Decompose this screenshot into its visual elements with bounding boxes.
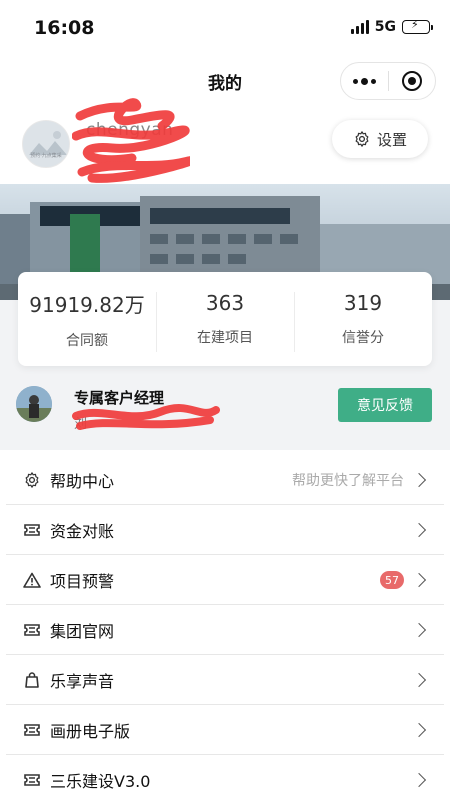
menu-hint: 帮助更快了解平台: [292, 473, 404, 489]
signal-icon: [350, 20, 369, 34]
stat-value: 319: [343, 291, 383, 315]
gear-icon: [22, 470, 42, 490]
menu-item-fund-reconciliation[interactable]: 资金对账: [0, 505, 450, 555]
bag-icon: [22, 670, 42, 690]
ticket-icon: [22, 720, 42, 740]
target-icon: [401, 71, 422, 91]
chevron-right-icon: [411, 722, 427, 738]
network-type: 5G: [374, 19, 396, 35]
redaction-scribble: [72, 98, 190, 183]
ticket-icon: [22, 520, 42, 540]
feedback-button[interactable]: 意见反馈: [338, 388, 432, 422]
ticket-icon: [22, 770, 42, 790]
stats-card: 91919.82万 合同额 363 在建项目 319 信誉分: [18, 272, 432, 366]
menu-label: 集团官网: [50, 622, 115, 641]
chevron-right-icon: [411, 472, 427, 488]
stat-contract-amount[interactable]: 91919.82万 合同额: [18, 272, 156, 366]
stat-value: 363: [205, 291, 245, 315]
warning-count-badge: 57: [380, 571, 404, 589]
nav-bar: 我的: [0, 56, 450, 106]
account-manager: 专属客户经理 刘 意见反馈: [0, 378, 450, 434]
menu-item-enjoy-voice[interactable]: 乐享声音: [0, 655, 450, 705]
stat-value: 91919.82万: [29, 292, 145, 317]
menu-list: 帮助中心 帮助更快了解平台 资金对账 项目预警 57 集团官网 乐享声音 画册电…: [0, 450, 450, 800]
gear-icon: [355, 131, 369, 147]
battery-icon: ⚡: [402, 18, 433, 34]
status-time: 16:08: [34, 17, 95, 39]
stat-label: 在建项目: [197, 330, 253, 346]
stat-label: 信誉分: [342, 330, 384, 346]
more-dots-icon: [352, 77, 376, 85]
settings-button[interactable]: 设置: [332, 120, 428, 158]
menu-item-help-center[interactable]: 帮助中心 帮助更快了解平台: [0, 455, 450, 505]
warning-icon: [22, 570, 42, 590]
menu-label: 三乐建设V3.0: [50, 772, 151, 791]
ticket-icon: [22, 620, 42, 640]
menu-item-brochure[interactable]: 画册电子版: [0, 705, 450, 755]
manager-avatar: [16, 386, 52, 422]
menu-item-project-warning[interactable]: 项目预警 57: [0, 555, 450, 605]
stat-label: 合同额: [66, 332, 108, 349]
profile-header: 预约·九点集采 chengyan 设置: [0, 106, 450, 184]
settings-label: 设置: [376, 130, 407, 149]
chevron-right-icon: [411, 572, 427, 588]
mini-program-capsule: [340, 62, 436, 100]
status-bar: 16:08 5G ⚡: [0, 0, 450, 56]
menu-label: 乐享声音: [50, 672, 115, 691]
stat-projects[interactable]: 363 在建项目: [156, 272, 294, 366]
chevron-right-icon: [411, 772, 427, 788]
avatar[interactable]: 预约·九点集采: [22, 120, 70, 168]
status-indicators: 5G ⚡: [350, 18, 433, 35]
stat-credit-score[interactable]: 319 信誉分: [294, 272, 432, 366]
avatar-image: [23, 121, 69, 167]
avatar-caption: 预约·九点集采: [30, 153, 62, 159]
menu-label: 帮助中心: [50, 472, 115, 491]
menu-item-sanle-v3[interactable]: 三乐建设V3.0: [0, 755, 450, 800]
menu-label: 项目预警: [50, 572, 115, 591]
menu-item-group-website[interactable]: 集团官网: [0, 605, 450, 655]
chevron-right-icon: [411, 522, 427, 538]
more-button[interactable]: [341, 63, 388, 99]
chevron-right-icon: [411, 622, 427, 638]
chevron-right-icon: [411, 672, 427, 688]
redaction-scribble: [72, 404, 220, 430]
close-miniprogram-button[interactable]: [389, 63, 436, 99]
menu-label: 资金对账: [50, 522, 115, 541]
menu-label: 画册电子版: [50, 722, 131, 741]
